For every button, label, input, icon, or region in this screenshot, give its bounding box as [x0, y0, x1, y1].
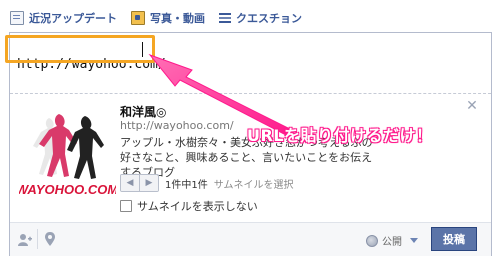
question-icon	[219, 12, 231, 24]
select-thumbnail-label: サムネイルを選択	[213, 179, 294, 191]
chevron-down-icon	[410, 238, 418, 243]
globe-icon	[366, 234, 378, 247]
tab-status-update[interactable]: 近況アップデート	[10, 10, 117, 26]
close-preview-icon[interactable]: ✕	[466, 99, 478, 113]
wayohoo-logo-text: WAYOHOO.COM	[19, 182, 116, 197]
tab-question-label: クエスチョン	[236, 12, 302, 25]
no-thumbnail-option[interactable]: サムネイルを表示しない	[120, 198, 258, 214]
next-thumbnail-button[interactable]: ▶	[139, 175, 158, 191]
annotation-text: URLを貼り付けるだけ！	[247, 126, 433, 145]
tab-photo-video[interactable]: 写真・動画	[131, 10, 205, 26]
preview-title[interactable]: 和洋風◎	[120, 103, 166, 120]
url-highlight-box	[5, 35, 155, 63]
tab-status-update-label: 近況アップデート	[29, 12, 117, 25]
text-caret	[142, 42, 143, 57]
preview-divider	[10, 93, 491, 94]
privacy-selector[interactable]: 公開	[366, 233, 418, 248]
preview-thumbnail: WAYOHOO.COM	[19, 108, 116, 201]
thumbnail-nav: ◀ ▶	[120, 174, 159, 192]
no-thumbnail-label: サムネイルを表示しない	[137, 200, 258, 213]
thumbnail-pager: ◀ ▶ 1件中1件 サムネイルを選択	[120, 174, 294, 192]
wayohoo-logo: WAYOHOO.COM	[19, 114, 116, 197]
footer-divider	[37, 229, 38, 249]
photo-icon	[131, 11, 145, 25]
tab-question[interactable]: クエスチョン	[219, 10, 302, 26]
prev-thumbnail-button[interactable]: ◀	[121, 175, 139, 191]
composer-tabs: 近況アップデート 写真・動画 クエスチョン	[10, 8, 302, 28]
preview-url: http://wayohoo.com/	[120, 119, 234, 132]
post-button[interactable]: 投稿	[431, 227, 477, 251]
composer-footer: 公開 投稿	[10, 222, 491, 256]
no-thumbnail-checkbox[interactable]	[120, 200, 132, 212]
privacy-label: 公開	[382, 237, 402, 248]
thumbnail-count: 1件中1件	[165, 179, 208, 191]
status-icon	[10, 11, 24, 25]
tab-photo-video-label: 写真・動画	[150, 12, 205, 25]
tag-people-icon[interactable]	[18, 233, 32, 247]
location-pin-icon[interactable]	[43, 231, 57, 247]
